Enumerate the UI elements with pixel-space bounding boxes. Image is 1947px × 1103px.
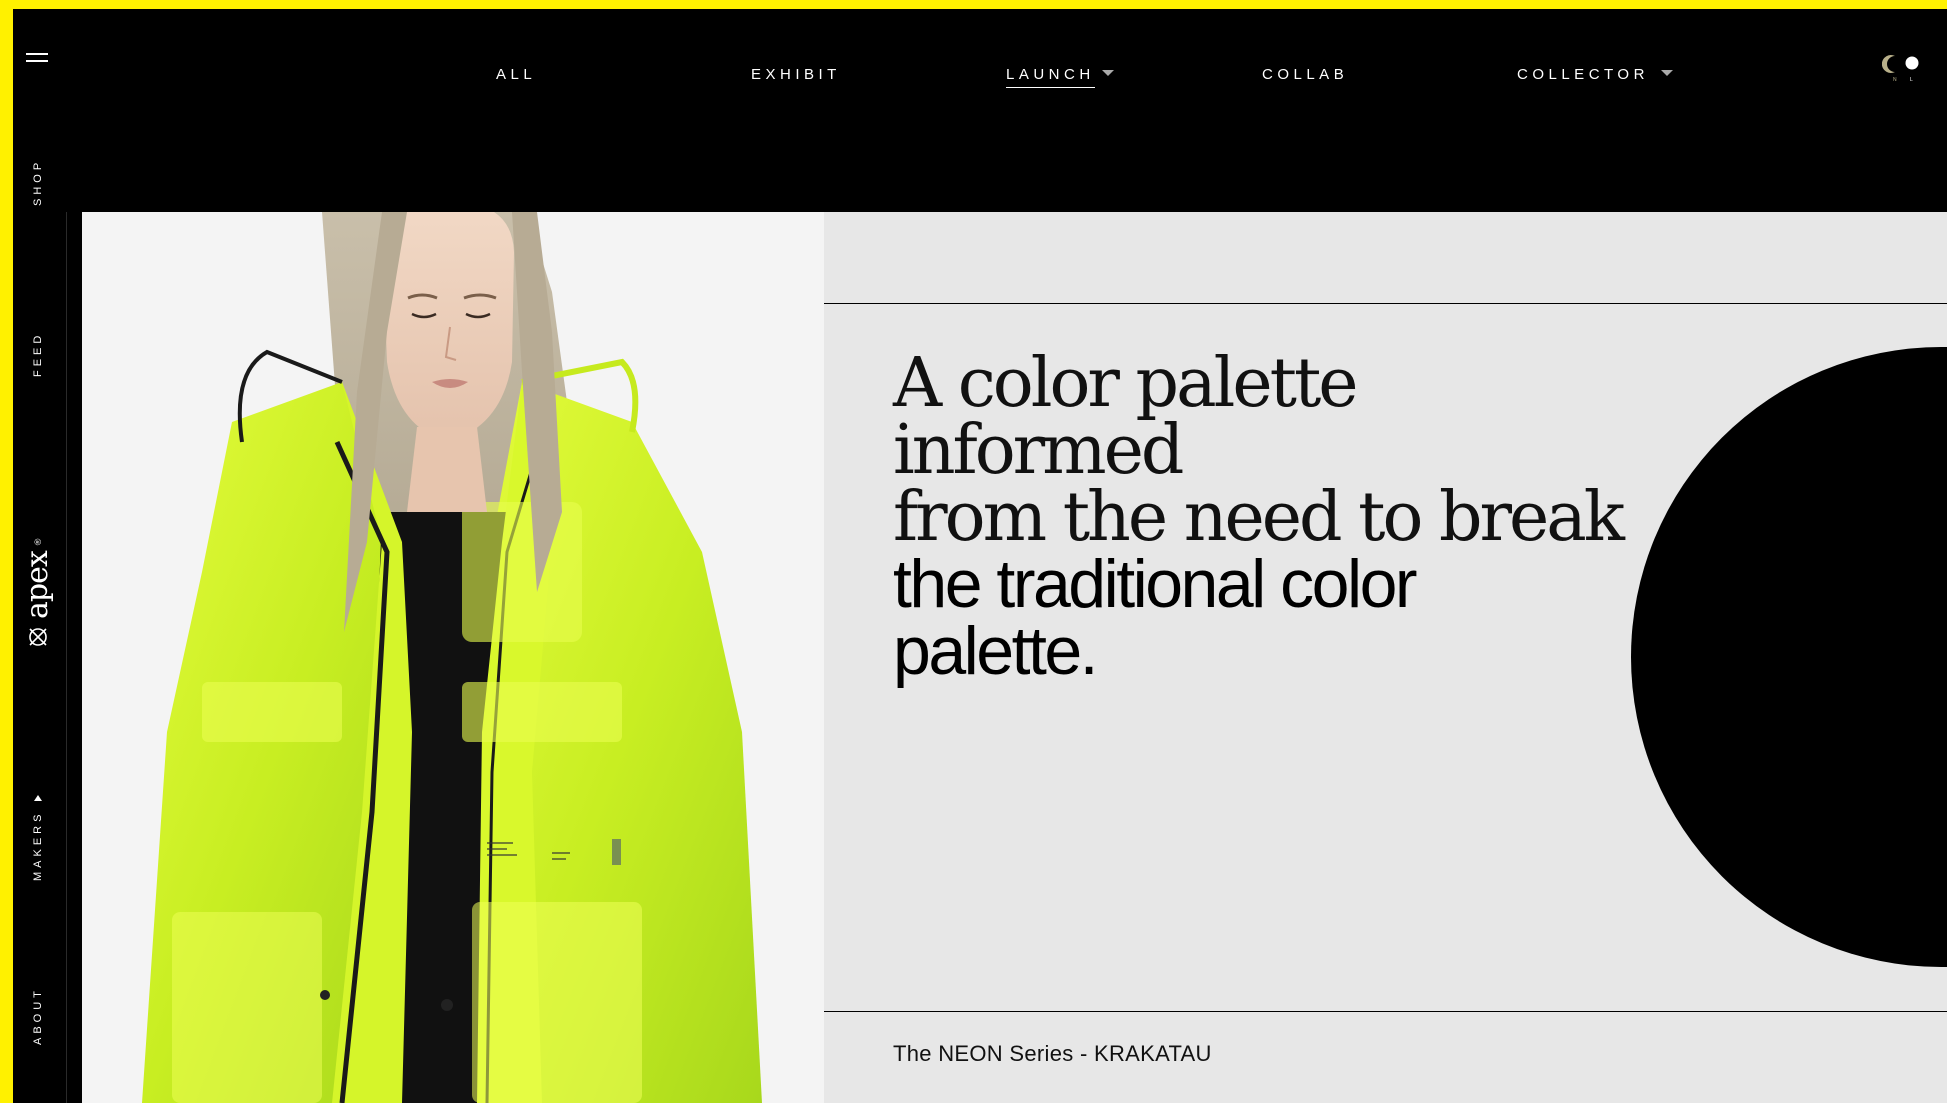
hero-headline: A color palette informed from the need t… xyxy=(893,344,1653,689)
moon-label: N xyxy=(1893,77,1897,83)
headline-line: A color palette informed xyxy=(893,344,1359,490)
nav-item-label: COLLECTOR xyxy=(1517,66,1649,83)
nav-item-all[interactable]: ALL xyxy=(496,66,536,83)
divider-bottom xyxy=(824,1011,1947,1012)
sidebar-link-label: ABOUT xyxy=(32,987,44,1045)
nav-item-label: ALL xyxy=(496,66,537,83)
divider-top xyxy=(824,303,1947,304)
moon-icon xyxy=(1881,55,1895,73)
frame-top-border xyxy=(0,0,1947,9)
sun-label: L xyxy=(1910,77,1913,83)
sidebar-link-shop[interactable]: SHOP xyxy=(32,159,44,206)
nav-item-label: LAUNCH xyxy=(1006,66,1095,83)
chevron-down-icon[interactable] xyxy=(1661,70,1673,76)
hero-content: A color palette informed from the need t… xyxy=(824,212,1947,1103)
product-caption[interactable]: The NEON Series - KRAKATAU xyxy=(893,1041,1212,1067)
brand-logo[interactable]: apex ® xyxy=(20,539,55,649)
sidebar-link-makers[interactable]: MAKERS xyxy=(32,795,44,881)
frame-left-border xyxy=(0,0,13,1103)
trademark-symbol: ® xyxy=(32,538,43,546)
sun-icon xyxy=(1905,56,1919,70)
nav-item-collab[interactable]: COLLAB xyxy=(1262,66,1348,83)
nav-item-collector[interactable]: COLLECTOR xyxy=(1517,66,1649,83)
sidebar: SHOP FEED apex ® MAKERS ABOUT xyxy=(13,9,67,1103)
chevron-down-icon[interactable] xyxy=(1102,70,1114,76)
black-circle-graphic xyxy=(1631,347,1947,967)
top-navigation: ALL EXHIBIT LAUNCH COLLAB COLLECTOR N L xyxy=(66,9,1947,212)
sidebar-link-label: FEED xyxy=(32,331,44,377)
hamburger-menu-icon[interactable] xyxy=(26,49,50,67)
nav-item-launch[interactable]: LAUNCH xyxy=(1006,66,1095,88)
brand-logo-text: apex xyxy=(20,551,55,619)
headline-line: the traditional color xyxy=(893,546,1418,622)
chevron-down-icon xyxy=(34,795,43,802)
sidebar-link-label: SHOP xyxy=(32,158,44,206)
headline-line: palette. xyxy=(893,613,1099,689)
headline-line: from the need to break xyxy=(893,478,1625,557)
nav-item-label: EXHIBIT xyxy=(751,66,841,83)
woman-in-neon-raincoat-image xyxy=(142,212,762,1103)
sidebar-link-label: MAKERS xyxy=(32,810,44,881)
sidebar-link-about[interactable]: ABOUT xyxy=(32,987,44,1045)
nav-item-exhibit[interactable]: EXHIBIT xyxy=(751,66,841,83)
brand-mark-icon xyxy=(28,628,47,646)
sidebar-link-feed[interactable]: FEED xyxy=(32,332,44,377)
nav-item-label: COLLAB xyxy=(1262,66,1349,83)
hero-photo xyxy=(82,212,824,1103)
theme-toggle[interactable]: N L xyxy=(1881,53,1932,83)
